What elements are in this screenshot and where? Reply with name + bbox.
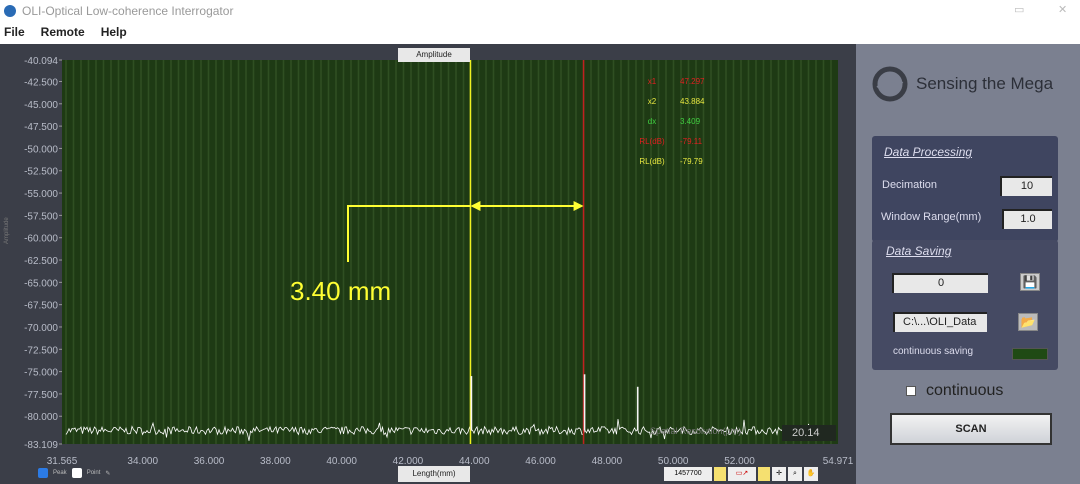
zoom-icon[interactable]: ⌕	[788, 467, 802, 481]
menu-remote[interactable]: Remote	[41, 25, 85, 39]
y-tick-label: -40.094	[24, 56, 58, 67]
app-logo-icon	[4, 5, 16, 17]
title-bar: OLI-Optical Low-coherence Interrogator ▭…	[0, 0, 1080, 22]
pen-icon[interactable]: ✎	[105, 470, 110, 477]
amplitude-tab[interactable]: Amplitude	[398, 48, 470, 62]
y-tick-label: -52.500	[24, 167, 58, 178]
x-tick-label: 31.565	[47, 456, 78, 467]
spatial-resolution-label: Spatial Resolution(µm)	[650, 426, 742, 436]
readout-row: RL(dB) -79.11	[636, 132, 704, 152]
y-axis-label: Amplitude	[4, 217, 10, 244]
readout-row: dx 3.409	[636, 112, 704, 132]
continuous-saving-label: continuous saving	[893, 346, 974, 357]
readout-value: 47.297	[680, 77, 705, 86]
readout-key: x2	[647, 97, 657, 106]
window-range-label: Window Range(mm)	[881, 211, 982, 223]
y-tick-label: -50.000	[24, 144, 58, 155]
point-label: Point	[86, 470, 101, 476]
readout-value: 43.884	[680, 97, 705, 106]
window-range-input[interactable]: 1.0	[1002, 209, 1052, 229]
readout-row: RL(dB) -79.79	[636, 152, 704, 172]
x-tick-label: 40.000	[326, 456, 357, 467]
y-tick-label: -62.500	[24, 256, 58, 267]
menu-bar: File Remote Help	[0, 22, 1080, 42]
length-tab[interactable]: Length(mm)	[398, 466, 470, 482]
x-tick-label: 34.000	[127, 456, 158, 467]
peak-checkbox[interactable]	[38, 468, 48, 478]
save-count-field[interactable]: 0	[892, 273, 988, 293]
distance-annotation: 3.40 mm	[290, 276, 392, 306]
y-tick-label: -47.500	[24, 122, 58, 133]
amplitude-chart[interactable]: -40.094 -42.500 -45.000 -47.500 -50.000 -52.5…	[0, 44, 856, 484]
x-tick-label: 46.000	[525, 456, 556, 467]
point-checkbox[interactable]	[71, 468, 82, 478]
readout-key: RL(dB)	[639, 137, 665, 146]
menu-file[interactable]: File	[4, 25, 25, 39]
y-tick-label: -70.000	[24, 323, 58, 334]
decimation-input[interactable]: 10	[1000, 176, 1052, 196]
zoom-tool-icon[interactable]: ▭↗	[728, 467, 756, 481]
save-path-field[interactable]: C:\...\OLI_Data	[893, 312, 987, 332]
x-tick-label: 52.000	[724, 456, 755, 467]
y-tick-label: -55.000	[24, 189, 58, 200]
data-saving-title: Data Saving	[886, 244, 952, 258]
brand-name: Sensing the Mega	[916, 74, 1054, 93]
y-tick-label: -42.500	[24, 77, 58, 88]
readout-value: 3.409	[680, 117, 701, 126]
y-tick-label: -80.000	[24, 412, 58, 423]
continuous-checkbox[interactable]	[906, 386, 916, 396]
y-tick-label: -57.500	[24, 211, 58, 222]
brand-logo: Sensing the Mega	[872, 66, 1053, 102]
graph-toolbar: 1457700 ▭↗ ✛ ⌕ ✋	[664, 467, 818, 481]
continuous-checkbox-row[interactable]: continuous	[906, 382, 1003, 400]
window-title: OLI-Optical Low-coherence Interrogator	[22, 4, 234, 18]
y-tick-label: -77.500	[24, 390, 58, 401]
peak-label: Peak	[53, 470, 67, 476]
brand-swirl-icon	[872, 66, 908, 102]
x-tick-label: 50.000	[658, 456, 689, 467]
y-tick-label: -83.109	[24, 440, 58, 451]
scan-button[interactable]: SCAN	[890, 413, 1052, 445]
readout-key: dx	[647, 117, 657, 126]
decimation-label: Decimation	[882, 179, 938, 191]
data-processing-title: Data Processing	[884, 145, 973, 159]
x-tick-label: 48.000	[592, 456, 623, 467]
plot-legend: Peak Point ✎	[38, 468, 110, 478]
marker-tool-icon[interactable]	[758, 467, 770, 481]
readout-value: -79.79	[680, 157, 703, 166]
menu-help[interactable]: Help	[101, 25, 127, 39]
cursor-position-field[interactable]: 1457700	[664, 467, 712, 481]
y-tick-label: -60.000	[24, 234, 58, 245]
open-folder-icon[interactable]: 📂	[1018, 313, 1038, 331]
continuous-label: continuous	[926, 382, 1004, 399]
y-tick-label: -75.000	[24, 368, 58, 379]
y-tick-label: -72.500	[24, 345, 58, 356]
x-tick-label: 36.000	[194, 456, 225, 467]
spatial-resolution-value: 20.14	[782, 425, 836, 441]
close-button[interactable]: ✕	[1058, 3, 1067, 16]
save-floppy-icon[interactable]: 💾	[1020, 273, 1040, 291]
readout-key: RL(dB)	[639, 157, 665, 166]
minimize-button[interactable]: ▭	[1014, 3, 1024, 16]
pan-hand-icon[interactable]: ✋	[804, 467, 818, 481]
readout-value: -79.11	[680, 137, 703, 146]
x-tick-label: 54.971	[823, 456, 854, 467]
y-tick-label: -45.000	[24, 100, 58, 111]
readout-row: x1 47.297	[636, 72, 705, 92]
cursor-tool-icon[interactable]	[714, 467, 726, 481]
crosshair-icon[interactable]: ✛	[772, 467, 786, 481]
cursor-readouts: x1 47.297 x2 43.884 dx 3.409 RL(dB) -79.11 RL(dB…	[636, 72, 704, 172]
y-tick-label: -65.000	[24, 278, 58, 289]
x-tick-label: 38.000	[260, 456, 291, 467]
y-tick-label: -67.500	[24, 301, 58, 312]
continuous-saving-led[interactable]	[1012, 348, 1048, 360]
readout-key: x1	[647, 77, 657, 86]
readout-row: x2 43.884	[636, 92, 705, 112]
